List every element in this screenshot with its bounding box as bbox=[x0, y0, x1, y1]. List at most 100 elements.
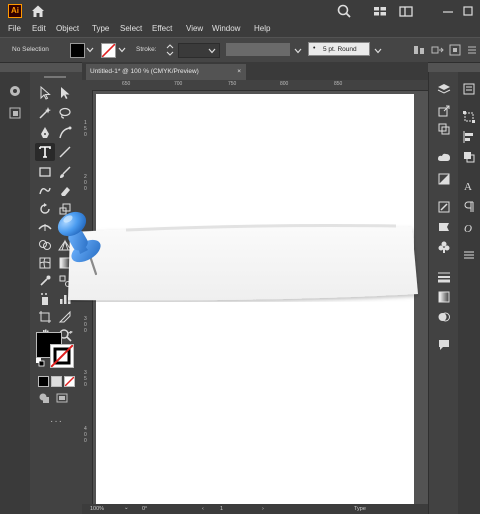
menu-help[interactable]: Help bbox=[254, 24, 270, 33]
document-tab-title: Untitled-1* @ 100 % (CMYK/Preview) bbox=[90, 68, 199, 75]
character-panel-icon[interactable]: A bbox=[462, 178, 476, 192]
gradient-mode-button[interactable] bbox=[51, 376, 62, 387]
mesh-tool-icon[interactable] bbox=[38, 256, 52, 270]
brush-definition-dropdown[interactable]: • 5 pt. Round bbox=[308, 42, 370, 56]
eraser-tool-icon[interactable] bbox=[58, 184, 72, 198]
paragraph-panel-icon[interactable] bbox=[462, 200, 476, 214]
ruler-tick-label: 750 bbox=[228, 81, 237, 87]
pen-tool-icon[interactable] bbox=[38, 126, 52, 140]
artboards-icon[interactable] bbox=[8, 106, 22, 120]
none-mode-button[interactable] bbox=[64, 376, 75, 387]
eyedropper-tool-icon[interactable] bbox=[38, 274, 52, 288]
edit-toolbar-icon[interactable]: ··· bbox=[50, 416, 63, 427]
appearance-panel-icon[interactable] bbox=[462, 248, 476, 262]
close-tab-icon[interactable]: × bbox=[237, 64, 241, 80]
transform-icon[interactable] bbox=[430, 43, 444, 57]
transparency-icon[interactable] bbox=[437, 310, 451, 324]
shaper-tool-icon[interactable] bbox=[38, 184, 52, 198]
swap-fill-stroke-icon[interactable] bbox=[66, 331, 74, 339]
type-tool-icon[interactable] bbox=[38, 145, 52, 159]
draw-normal-icon[interactable] bbox=[38, 392, 50, 404]
magic-wand-tool-icon[interactable] bbox=[38, 106, 52, 120]
horizontal-ruler[interactable]: 650 700 750 800 850 bbox=[82, 80, 428, 91]
gradient-panel-icon[interactable] bbox=[437, 290, 451, 304]
libraries-icon[interactable] bbox=[437, 150, 451, 164]
menu-select[interactable]: Select bbox=[120, 24, 142, 33]
pathfinder-icon[interactable] bbox=[462, 150, 476, 164]
brushes-icon[interactable] bbox=[437, 200, 451, 214]
rotate-tool-icon[interactable] bbox=[38, 202, 52, 216]
chevron-down-icon[interactable] bbox=[294, 47, 302, 55]
chevron-down-icon[interactable] bbox=[208, 47, 216, 55]
selection-status: No Selection bbox=[12, 46, 49, 53]
default-fill-stroke-icon[interactable] bbox=[36, 358, 45, 367]
artboards-panel-icon[interactable] bbox=[437, 122, 451, 136]
properties-icon[interactable] bbox=[462, 82, 476, 96]
asset-export-icon[interactable] bbox=[437, 172, 451, 186]
graphic-styles-icon[interactable] bbox=[437, 220, 451, 234]
align-panel-icon[interactable] bbox=[462, 130, 476, 144]
chevron-down-icon[interactable] bbox=[86, 46, 94, 54]
symbol-sprayer-tool-icon[interactable] bbox=[38, 292, 52, 306]
transform-panel-icon[interactable] bbox=[462, 110, 476, 124]
line-segment-tool-icon[interactable] bbox=[58, 145, 72, 159]
export-icon[interactable] bbox=[437, 104, 451, 118]
paintbrush-tool-icon[interactable] bbox=[58, 165, 72, 179]
stepper-icon[interactable] bbox=[166, 43, 174, 57]
width-tool-icon[interactable] bbox=[38, 220, 52, 234]
svg-text:A: A bbox=[464, 181, 472, 192]
stroke-swatch[interactable] bbox=[101, 43, 116, 58]
arrange-documents-icon[interactable] bbox=[372, 3, 388, 19]
ruler-tick-label: 800 bbox=[280, 81, 289, 87]
menu-edit[interactable]: Edit bbox=[32, 24, 46, 33]
menu-type[interactable]: Type bbox=[92, 24, 109, 33]
stroke-panel-icon[interactable] bbox=[437, 270, 451, 284]
rotation-value[interactable]: 0° bbox=[142, 506, 147, 512]
symbols-icon[interactable] bbox=[437, 240, 451, 254]
search-icon[interactable] bbox=[336, 3, 352, 19]
toolbar-grip[interactable] bbox=[44, 76, 66, 78]
variable-width-profile[interactable] bbox=[226, 43, 290, 56]
menu-effect[interactable]: Effect bbox=[152, 24, 172, 33]
menu-window[interactable]: Window bbox=[212, 24, 240, 33]
ruler-tick-label: 850 bbox=[334, 81, 343, 87]
stroke-label: Stroke: bbox=[136, 46, 157, 53]
zoom-level[interactable]: 100% bbox=[90, 506, 104, 512]
color-mode-button[interactable] bbox=[38, 376, 49, 387]
previous-artboard-icon[interactable]: ‹ bbox=[202, 506, 204, 512]
isolate-icon[interactable] bbox=[448, 43, 462, 57]
next-artboard-icon[interactable]: › bbox=[262, 506, 264, 512]
artboard-number[interactable]: 1 bbox=[220, 506, 223, 512]
push-pin-artwork[interactable] bbox=[52, 206, 122, 282]
chevron-down-icon[interactable]: ⌄ bbox=[124, 505, 129, 511]
comments-icon[interactable] bbox=[437, 338, 451, 352]
minimize-icon[interactable] bbox=[440, 3, 456, 19]
rectangle-tool-icon[interactable] bbox=[38, 165, 52, 179]
shape-builder-tool-icon[interactable] bbox=[38, 238, 52, 252]
menu-file[interactable]: File bbox=[8, 24, 21, 33]
align-icon[interactable] bbox=[412, 43, 426, 57]
fill-swatch[interactable] bbox=[70, 43, 85, 58]
chevron-down-icon[interactable] bbox=[374, 47, 382, 55]
curvature-tool-icon[interactable] bbox=[58, 126, 72, 140]
panel-menu-icon[interactable] bbox=[466, 43, 478, 57]
ruler-tick-label: 650 bbox=[122, 81, 131, 87]
opentype-panel-icon[interactable]: O bbox=[462, 220, 476, 234]
lasso-tool-icon[interactable] bbox=[58, 106, 72, 120]
stroke-color-box[interactable] bbox=[50, 344, 74, 368]
layers-icon[interactable] bbox=[437, 82, 451, 96]
document-tab[interactable]: Untitled-1* @ 100 % (CMYK/Preview) × bbox=[86, 64, 246, 80]
panel-dock bbox=[428, 72, 459, 514]
direct-selection-tool-icon[interactable] bbox=[58, 86, 72, 100]
workspace-switcher-icon[interactable] bbox=[398, 3, 414, 19]
menu-view[interactable]: View bbox=[186, 24, 203, 33]
slice-tool-icon[interactable] bbox=[58, 310, 72, 324]
chevron-down-icon[interactable] bbox=[118, 46, 126, 54]
home-icon[interactable] bbox=[30, 3, 46, 19]
artboard-tool-icon[interactable] bbox=[38, 310, 52, 324]
selection-tool-icon[interactable] bbox=[38, 86, 52, 100]
screen-mode-icon[interactable] bbox=[56, 392, 68, 404]
restore-icon[interactable] bbox=[460, 3, 476, 19]
menu-object[interactable]: Object bbox=[56, 24, 79, 33]
gpu-performance-icon[interactable] bbox=[8, 84, 22, 98]
